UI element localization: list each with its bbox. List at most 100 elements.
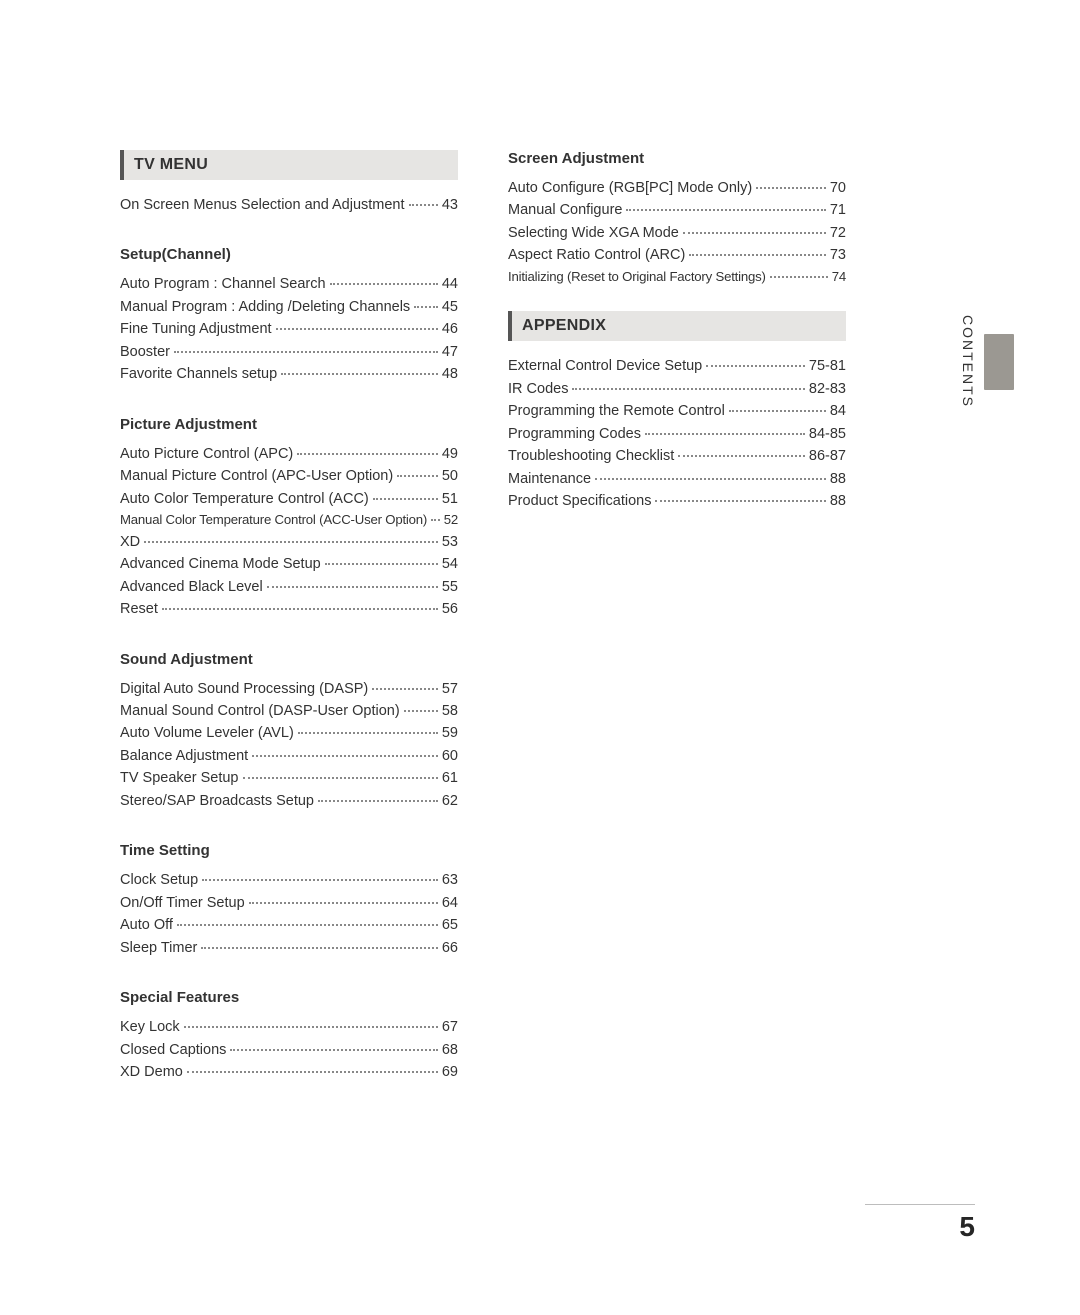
toc-page: 60 (442, 745, 458, 767)
toc-dots (230, 1049, 437, 1051)
toc-row: Manual Sound Control (DASP-User Option)5… (120, 700, 458, 722)
left-column: TV MENU On Screen Menus Selection and Ad… (120, 150, 458, 1084)
toc-page: 73 (830, 244, 846, 266)
toc-label: Auto Program : Channel Search (120, 273, 326, 295)
toc-label: XD Demo (120, 1061, 183, 1083)
toc-label: Manual Configure (508, 199, 622, 221)
toc-row: Advanced Cinema Mode Setup54 (120, 553, 458, 575)
toc-label: Aspect Ratio Control (ARC) (508, 244, 685, 266)
toc-label: Auto Color Temperature Control (ACC) (120, 488, 369, 510)
toc-row: External Control Device Setup75-81 (508, 355, 846, 377)
toc-row: Key Lock67 (120, 1016, 458, 1038)
toc-dots (572, 388, 804, 390)
toc-page: 45 (442, 296, 458, 318)
toc-dots (645, 433, 805, 435)
subhead: Special Features (120, 989, 458, 1006)
toc-label: TV Speaker Setup (120, 767, 239, 789)
toc-page: 82-83 (809, 378, 846, 400)
toc-label: Stereo/SAP Broadcasts Setup (120, 790, 314, 812)
toc-page: 63 (442, 869, 458, 891)
toc-dots (202, 879, 438, 881)
toc-row: Reset 56 (120, 598, 458, 620)
subhead: Time Setting (120, 842, 458, 859)
toc-label: Fine Tuning Adjustment (120, 318, 272, 340)
toc-dots (678, 455, 805, 457)
toc-page: 57 (442, 678, 458, 700)
toc-row: Balance Adjustment 60 (120, 745, 458, 767)
toc-row: Programming Codes84-85 (508, 423, 846, 445)
toc-row: XD Demo 69 (120, 1061, 458, 1083)
toc-row: Troubleshooting Checklist86-87 (508, 445, 846, 467)
toc-dots (373, 498, 438, 500)
toc-row: Stereo/SAP Broadcasts Setup 62 (120, 790, 458, 812)
appendix-header: APPENDIX (508, 311, 846, 341)
toc-dots (297, 453, 438, 455)
toc-label: Advanced Cinema Mode Setup (120, 553, 321, 575)
toc-page: 46 (442, 318, 458, 340)
subhead: Picture Adjustment (120, 416, 458, 433)
toc-row: Fine Tuning Adjustment 46 (120, 318, 458, 340)
toc-page: 75-81 (809, 355, 846, 377)
side-label: CONTENTS (960, 315, 976, 408)
toc-label: On Screen Menus Selection and Adjustment (120, 194, 405, 216)
toc-row: Auto Color Temperature Control (ACC)51 (120, 488, 458, 510)
toc-label: Programming the Remote Control (508, 400, 725, 422)
toc-page: 86-87 (809, 445, 846, 467)
toc-page: 71 (830, 199, 846, 221)
toc-dots (281, 373, 438, 375)
toc-row: Manual Program : Adding /Deleting Channe… (120, 296, 458, 318)
toc-row: TV Speaker Setup61 (120, 767, 458, 789)
toc-page: 84-85 (809, 423, 846, 445)
toc-dots (706, 365, 805, 367)
side-tab: CONTENTS (960, 315, 1014, 408)
toc-page: 52 (444, 510, 458, 530)
toc-dots (729, 410, 826, 412)
toc-label: Manual Program : Adding /Deleting Channe… (120, 296, 410, 318)
toc-row: Closed Captions68 (120, 1039, 458, 1061)
toc-row: Selecting Wide XGA Mode72 (508, 222, 846, 244)
toc-label: Balance Adjustment (120, 745, 248, 767)
columns: TV MENU On Screen Menus Selection and Ad… (120, 150, 972, 1084)
toc-label: Manual Picture Control (APC-User Option) (120, 465, 393, 487)
toc-label: Reset (120, 598, 158, 620)
toc-row: Programming the Remote Control 84 (508, 400, 846, 422)
toc-dots (187, 1071, 438, 1073)
toc-row: Aspect Ratio Control (ARC) 73 (508, 244, 846, 266)
toc-page: 56 (442, 598, 458, 620)
toc-row: Auto Volume Leveler (AVL)59 (120, 722, 458, 744)
toc-page: 88 (830, 490, 846, 512)
toc-dots (431, 519, 440, 521)
toc-row: Manual Color Temperature Control (ACC-Us… (120, 510, 458, 530)
footer-rule (865, 1204, 975, 1205)
toc-label: Auto Off (120, 914, 173, 936)
toc-dots (162, 608, 438, 610)
toc-page: 62 (442, 790, 458, 812)
toc-row: Product Specifications 88 (508, 490, 846, 512)
tv-menu-header: TV MENU (120, 150, 458, 180)
toc-page: 84 (830, 400, 846, 422)
toc-label: Product Specifications (508, 490, 651, 512)
subhead: Sound Adjustment (120, 651, 458, 668)
subhead: Setup(Channel) (120, 246, 458, 263)
toc-row: Auto Configure (RGB[PC] Mode Only) 70 (508, 177, 846, 199)
toc-page: 70 (830, 177, 846, 199)
toc-dots (372, 688, 438, 690)
toc-row: On Screen Menus Selection and Adjustment… (120, 194, 458, 216)
toc-dots (174, 351, 438, 353)
toc-dots (689, 254, 826, 256)
subhead: Screen Adjustment (508, 150, 846, 167)
toc-label: IR Codes (508, 378, 568, 400)
toc-page: 69 (442, 1061, 458, 1083)
toc-dots (243, 777, 438, 779)
toc-label: Auto Picture Control (APC) (120, 443, 293, 465)
toc-label: Auto Configure (RGB[PC] Mode Only) (508, 177, 752, 199)
toc-page: 43 (442, 194, 458, 216)
toc-page: 64 (442, 892, 458, 914)
toc-dots (177, 924, 438, 926)
toc-row: XD53 (120, 531, 458, 553)
page: TV MENU On Screen Menus Selection and Ad… (0, 0, 1080, 1315)
toc-label: Digital Auto Sound Processing (DASP) (120, 678, 368, 700)
toc-row: Manual Configure 71 (508, 199, 846, 221)
toc-page: 44 (442, 273, 458, 295)
side-bar (984, 334, 1014, 390)
